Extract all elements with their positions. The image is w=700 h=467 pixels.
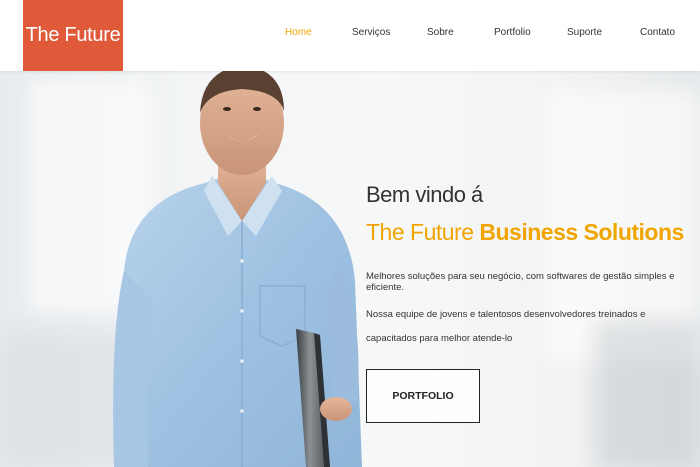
hero-paragraph-1: Melhores soluções para seu negócio, com … — [366, 271, 675, 293]
portfolio-button[interactable]: PORTFOLIO — [366, 369, 480, 423]
site-header: The Future Home Serviços Sobre Portfolio… — [0, 0, 700, 71]
nav-portfolio[interactable]: Portfolio — [494, 27, 531, 38]
nav-suporte[interactable]: Suporte — [567, 27, 602, 38]
hero-section: Bem vindo á The Future Business Solution… — [0, 71, 700, 467]
hero-paragraph-2: Nossa equipe de jovens e talentosos dese… — [366, 309, 646, 344]
welcome-text: Bem vindo á — [366, 182, 483, 207]
nav-sobre[interactable]: Sobre — [427, 27, 454, 38]
nav-home[interactable]: Home — [285, 27, 312, 38]
hero-person-image — [113, 71, 362, 467]
headline-bold: Business Solutions — [479, 219, 684, 245]
main-nav: Home Serviços Sobre Portfolio Suporte Co… — [0, 0, 700, 71]
hero-headline: The Future Business Solutions — [366, 219, 684, 246]
nav-contato[interactable]: Contato — [640, 27, 675, 38]
portfolio-button-label: PORTFOLIO — [392, 390, 454, 402]
nav-servicos[interactable]: Serviços — [352, 27, 390, 38]
headline-brand: The Future — [366, 219, 474, 245]
